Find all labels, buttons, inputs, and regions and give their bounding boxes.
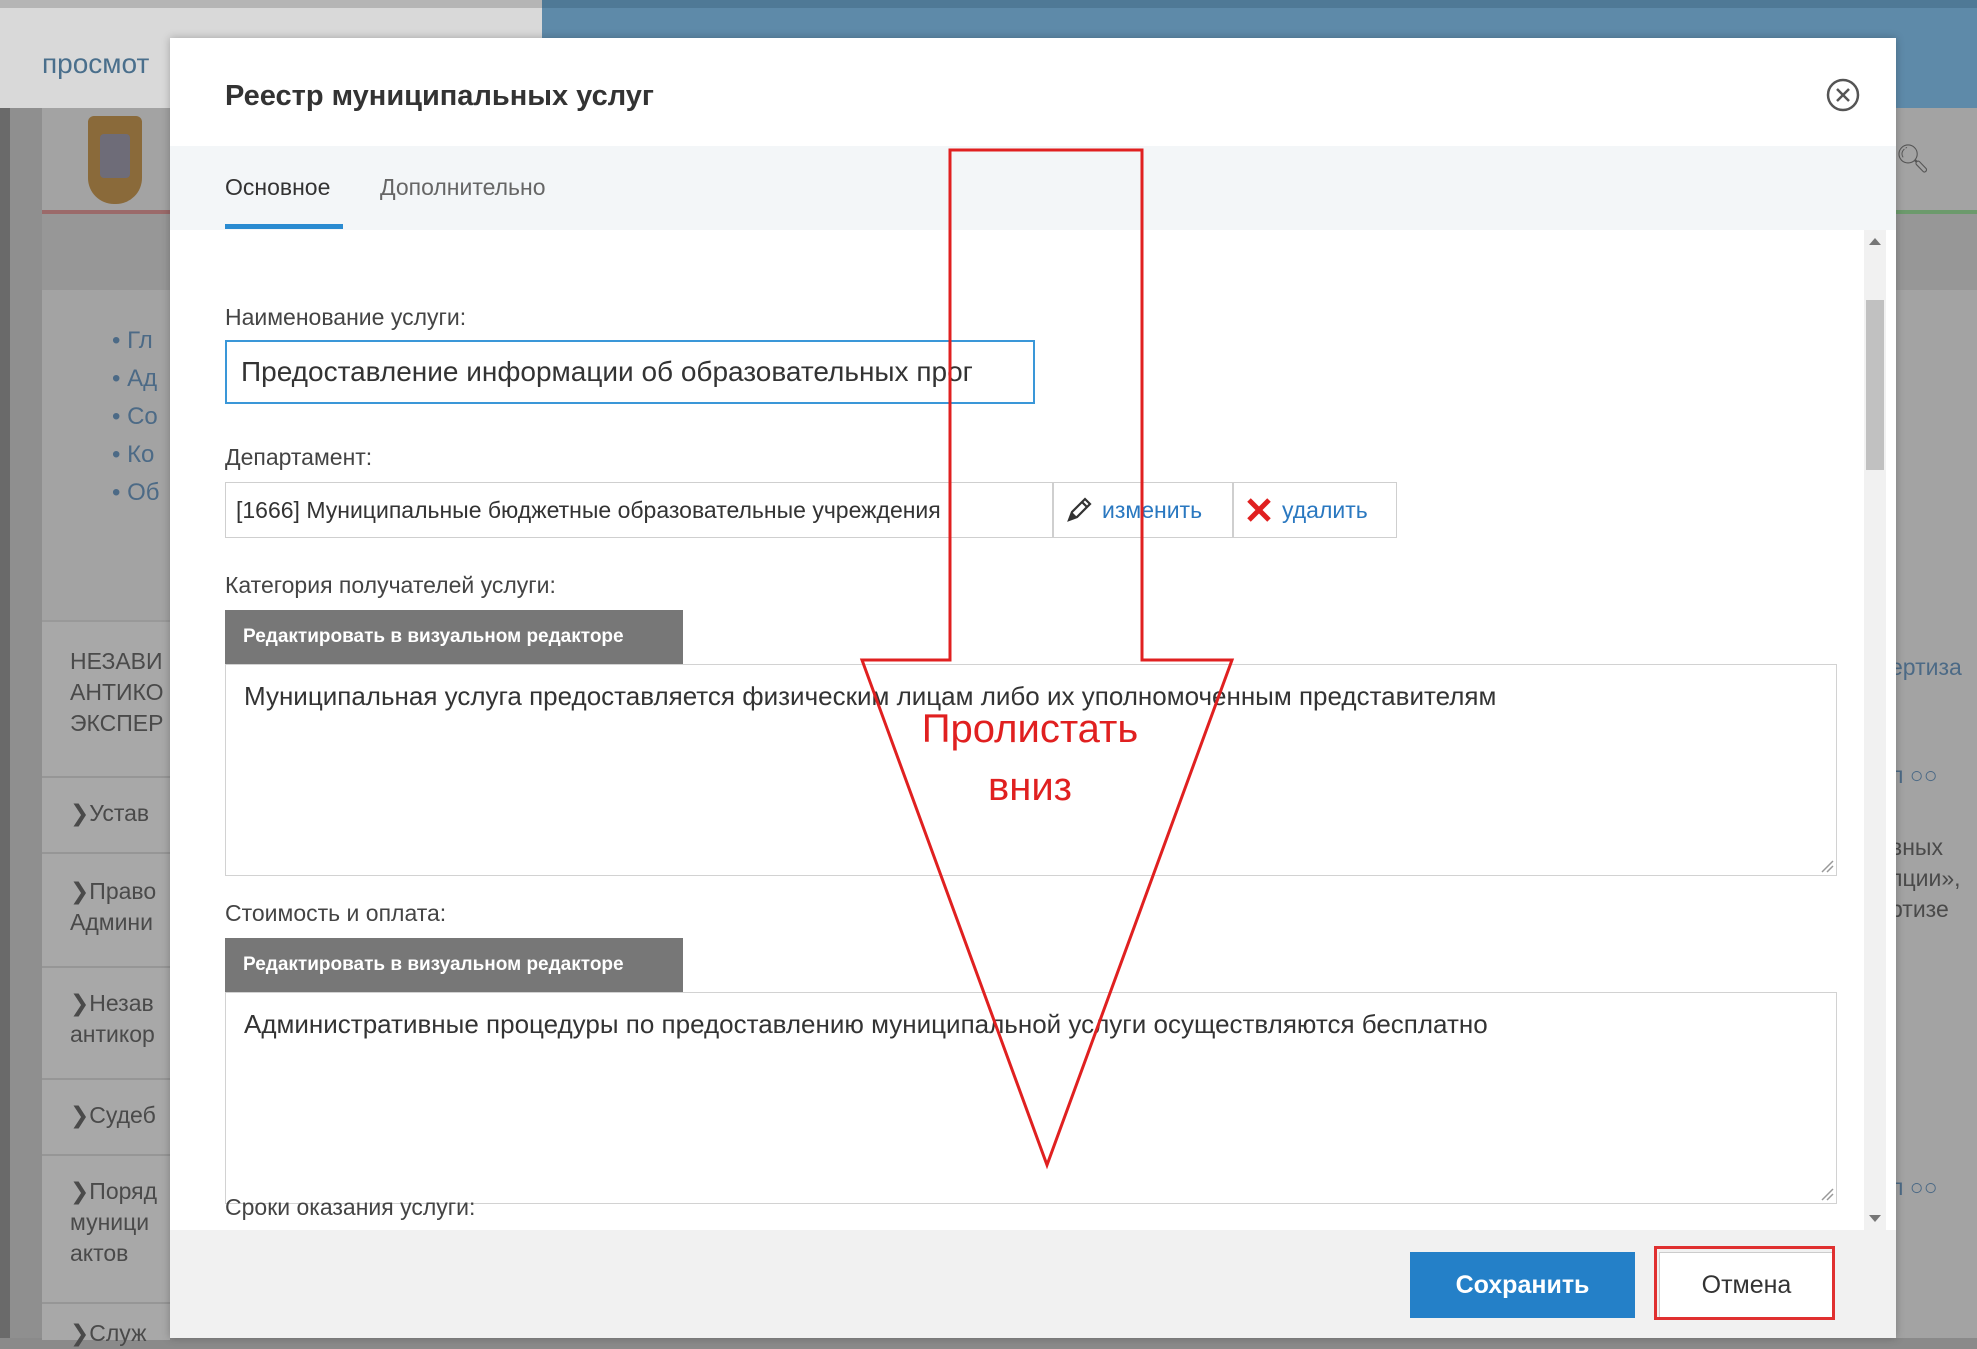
save-button[interactable]: Сохранить [1410, 1252, 1635, 1318]
bg-nav-item: • Со [112, 403, 158, 430]
cost-text: Административные процедуры по предоставл… [244, 1009, 1488, 1039]
bg-nav-item: • Ко [112, 441, 155, 468]
tab-additional[interactable]: Дополнительно [380, 174, 546, 201]
dialog-header: Реестр муниципальных услуг [170, 38, 1896, 146]
bg-nav-list: • Гл • Ад • Со • Ко • Об [112, 322, 160, 512]
pencil-icon [1067, 497, 1092, 522]
close-icon[interactable] [1824, 76, 1862, 114]
bg-nav-item: • Гл [112, 327, 153, 354]
department-value: [1666] Муниципальные бюджетные образоват… [225, 482, 1053, 538]
bg-right-heading: ертиза [1890, 654, 1962, 680]
bg-left-item: ❯Незав антикор [70, 990, 155, 1047]
bg-nav-item: • Ад [112, 365, 158, 392]
bg-left-item: ❯Поряд муници актов [70, 1178, 158, 1266]
bg-left-item: ❯Служ [70, 1320, 147, 1346]
bg-right-toolbar: л ○○ [1890, 1174, 1938, 1200]
dialog-tabs: Основное Дополнительно [170, 146, 1896, 230]
bg-right-toolbar: л ○○ [1890, 762, 1938, 788]
bg-left-item: ❯Судеб [70, 1102, 156, 1128]
visual-editor-button[interactable]: Редактировать в визуальном редакторе [225, 610, 683, 664]
bg-left-separator [42, 1302, 170, 1304]
bg-left-separator [42, 1078, 170, 1080]
scroll-thumb[interactable] [1866, 300, 1884, 470]
resize-grip-icon[interactable] [1820, 1187, 1834, 1201]
bg-left-separator [42, 966, 170, 968]
cost-textarea[interactable]: Административные процедуры по предоставл… [225, 992, 1837, 1204]
recipients-label: Категория получателей услуги: [225, 572, 556, 598]
resize-grip-icon[interactable] [1820, 859, 1834, 873]
scroll-down-arrow-icon[interactable] [1869, 1215, 1881, 1222]
delete-department-button[interactable]: удалить [1233, 482, 1397, 538]
bg-left-separator [42, 1154, 170, 1156]
cancel-highlight-box [1654, 1246, 1835, 1320]
cost-label: Стоимость и оплата: [225, 900, 447, 926]
delete-x-icon [1247, 498, 1271, 522]
bg-left-separator [42, 852, 170, 854]
bg-left-item: ❯Устав [70, 800, 150, 826]
bg-right-lines: вных пции», ртизе [1890, 834, 1961, 922]
service-name-input[interactable]: Предоставление информации об образовател… [225, 340, 1035, 404]
scroll-up-arrow-icon[interactable] [1869, 238, 1881, 245]
search-icon: 🔍︎ [1895, 143, 1931, 174]
dialog-title: Реестр муниципальных услуг [225, 80, 654, 112]
visual-editor-button[interactable]: Редактировать в визуальном редакторе [225, 938, 683, 992]
department-label: Департамент: [225, 444, 373, 470]
bg-panel-heading: НЕЗАВИ АНТИКО ЭКСПЕР [70, 648, 164, 736]
service-name-label: Наименование услуги: [225, 304, 467, 330]
bg-nav-item: • Об [112, 479, 160, 506]
services-registry-dialog: Реестр муниципальных услуг Основное Допо… [170, 38, 1896, 1338]
active-tab-indicator [225, 224, 343, 229]
bg-left-separator [42, 776, 170, 778]
change-department-button[interactable]: изменить [1053, 482, 1233, 538]
dialog-footer: Сохранить Отмена [170, 1230, 1896, 1338]
dialog-scrollbar[interactable] [1864, 230, 1886, 1230]
bg-left-strip [0, 108, 10, 1338]
tab-main[interactable]: Основное [225, 174, 330, 201]
bg-topbar-text: просмот [42, 48, 150, 79]
city-emblem-icon [88, 116, 142, 204]
terms-label: Сроки оказания услуги: [225, 1194, 476, 1220]
bg-left-item: ❯Право Админи [70, 878, 157, 935]
recipients-text: Муниципальная услуга предоставляется физ… [244, 681, 1497, 711]
scroll-down-annotation-text: Пролистать вниз [921, 707, 1139, 809]
